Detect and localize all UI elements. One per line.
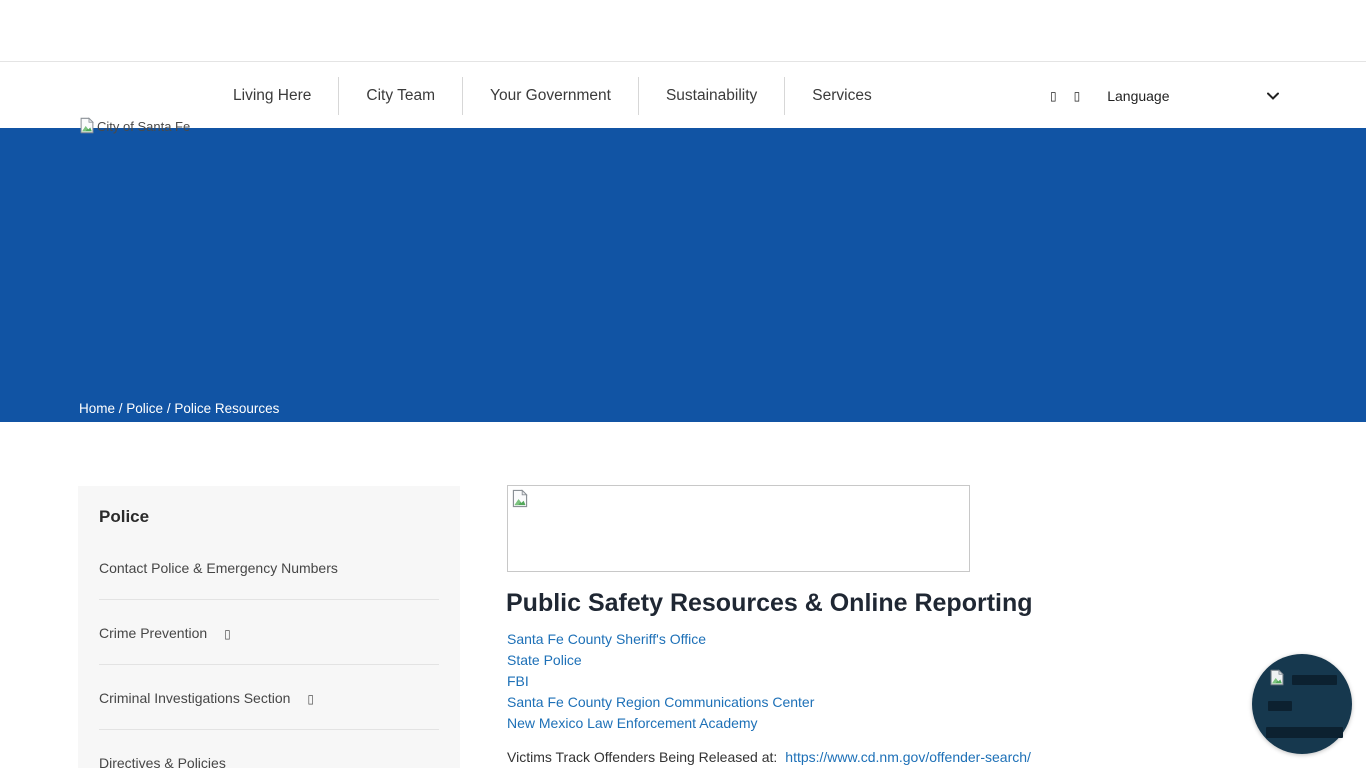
nav-item-sustainability[interactable]: Sustainability xyxy=(639,87,784,105)
sidebar-items: Contact Police & Emergency Numbers Crime… xyxy=(99,535,439,768)
link-law-enforcement-academy[interactable]: New Mexico Law Enforcement Academy xyxy=(507,713,814,734)
hero-banner: Home / Police / Police Resources Police … xyxy=(0,128,1366,422)
nav-item-services[interactable]: Services xyxy=(785,87,898,105)
resource-links: Santa Fe County Sheriff's Office State P… xyxy=(507,629,814,734)
content-image-placeholder xyxy=(507,485,970,572)
accessibility-icon[interactable]: ▯ xyxy=(1074,89,1081,103)
police-sidebar: Police Contact Police & Emergency Number… xyxy=(78,486,460,768)
chevron-down-icon xyxy=(1267,92,1279,100)
broken-image-icon xyxy=(511,489,529,508)
link-state-police[interactable]: State Police xyxy=(507,650,814,671)
broken-image-icon xyxy=(79,117,95,134)
sidebar-item-label: Contact Police & Emergency Numbers xyxy=(99,560,338,576)
sidebar-item-label: Criminal Investigations Section xyxy=(99,690,290,706)
victims-label: Victims Track Offenders Being Released a… xyxy=(507,749,777,765)
sidebar-item-directives-policies[interactable]: Directives & Policies xyxy=(99,730,439,768)
nav-item-city-team[interactable]: City Team xyxy=(339,87,462,105)
offender-search-link[interactable]: https://www.cd.nm.gov/offender-search/ xyxy=(785,749,1031,765)
header-utility: ▯ ▯ Language xyxy=(1050,63,1279,128)
sidebar-item-label: Directives & Policies xyxy=(99,755,226,768)
broken-image-icon xyxy=(1269,669,1285,686)
breadcrumb-police-link[interactable]: Police xyxy=(126,401,163,416)
link-fbi[interactable]: FBI xyxy=(507,671,814,692)
sidebar-title: Police xyxy=(78,486,460,535)
breadcrumb-separator: / xyxy=(115,401,126,416)
link-sheriffs-office[interactable]: Santa Fe County Sheriff's Office xyxy=(507,629,814,650)
breadcrumb-separator: / xyxy=(163,401,174,416)
nav-item-living-here[interactable]: Living Here xyxy=(206,87,338,105)
main-header: Living Here City Team Your Government Su… xyxy=(0,63,1366,128)
chat-widget-button[interactable] xyxy=(1252,654,1352,754)
chat-widget-alt-text xyxy=(1266,727,1343,738)
language-select[interactable]: Language xyxy=(1107,88,1279,104)
content-heading: Public Safety Resources & Online Reporti… xyxy=(506,589,1033,618)
site-logo-alt-text: City of Santa Fe xyxy=(97,119,190,134)
chat-widget-alt-text xyxy=(1268,701,1292,711)
page-title: Police Resources xyxy=(78,422,356,460)
sidebar-item-contact-police[interactable]: Contact Police & Emergency Numbers xyxy=(99,535,439,600)
language-select-label: Language xyxy=(1107,88,1169,104)
nav-item-your-government[interactable]: Your Government xyxy=(463,87,638,105)
victims-offender-line: Victims Track Offenders Being Released a… xyxy=(507,749,1031,765)
search-icon[interactable]: ▯ xyxy=(1050,89,1057,103)
site-logo[interactable]: City of Santa Fe xyxy=(79,117,190,134)
sidebar-item-criminal-investigations[interactable]: Criminal Investigations Section ▯ xyxy=(99,665,439,730)
top-strip xyxy=(0,0,1366,62)
sidebar-item-label: Crime Prevention xyxy=(99,625,207,641)
link-communications-center[interactable]: Santa Fe County Region Communications Ce… xyxy=(507,692,814,713)
primary-nav: Living Here City Team Your Government Su… xyxy=(206,63,899,128)
expand-toggle-icon[interactable]: ▯ xyxy=(224,627,231,641)
breadcrumb-current: Police Resources xyxy=(174,401,279,416)
sidebar-item-crime-prevention[interactable]: Crime Prevention ▯ xyxy=(99,600,439,665)
breadcrumb: Home / Police / Police Resources xyxy=(79,401,279,416)
expand-toggle-icon[interactable]: ▯ xyxy=(307,692,314,706)
breadcrumb-home-link[interactable]: Home xyxy=(79,401,115,416)
page: Living Here City Team Your Government Su… xyxy=(0,0,1366,768)
chat-widget-alt-text xyxy=(1292,675,1337,685)
